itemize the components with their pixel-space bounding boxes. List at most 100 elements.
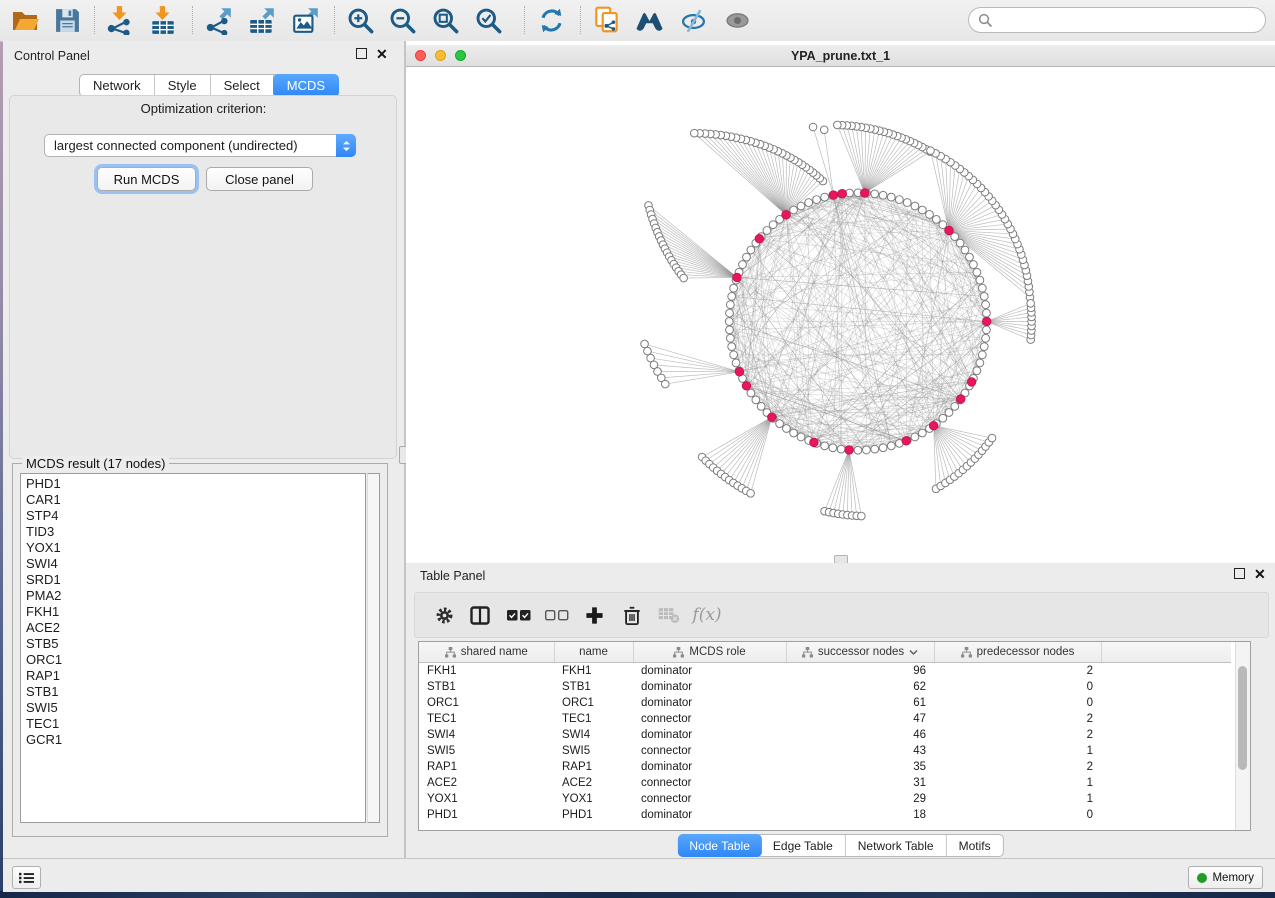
table-cell[interactable]: 29 bbox=[786, 791, 934, 807]
tab-motifs[interactable]: Motifs bbox=[947, 835, 1003, 856]
mcds-result-item[interactable]: SWI5 bbox=[26, 700, 365, 716]
table-cell[interactable]: 61 bbox=[786, 695, 934, 711]
optimization-criterion-select[interactable]: largest connected component (undirected) bbox=[44, 134, 356, 157]
network-canvas[interactable] bbox=[406, 67, 1275, 563]
table-cell[interactable]: 1 bbox=[934, 743, 1101, 759]
tab-network[interactable]: Network bbox=[80, 75, 155, 96]
table-cell[interactable]: FKH1 bbox=[419, 663, 554, 680]
network-graph[interactable] bbox=[406, 67, 1275, 563]
table-row[interactable]: FKH1FKH1dominator962 bbox=[419, 663, 1231, 680]
column-header-shared-name[interactable]: shared name bbox=[419, 642, 554, 663]
mcds-result-item[interactable]: ACE2 bbox=[26, 620, 365, 636]
mcds-result-item[interactable]: STP4 bbox=[26, 508, 365, 524]
import-network-button[interactable] bbox=[101, 3, 139, 37]
table-row[interactable]: STB1STB1dominator620 bbox=[419, 679, 1231, 695]
table-cell[interactable]: dominator bbox=[633, 759, 786, 775]
tab-style[interactable]: Style bbox=[155, 75, 211, 96]
table-cell[interactable]: connector bbox=[633, 711, 786, 727]
table-row[interactable]: SWI5SWI5connector431 bbox=[419, 743, 1231, 759]
table-cell[interactable]: 31 bbox=[786, 775, 934, 791]
table-cell[interactable]: dominator bbox=[633, 679, 786, 695]
function-builder-button[interactable]: f(x) bbox=[691, 600, 723, 630]
table-row[interactable]: ACE2ACE2connector311 bbox=[419, 775, 1231, 791]
mcds-result-item[interactable]: CAR1 bbox=[26, 492, 365, 508]
table-cell[interactable]: 62 bbox=[786, 679, 934, 695]
table-settings-button[interactable] bbox=[428, 600, 460, 630]
float-panel-icon[interactable] bbox=[356, 48, 367, 59]
column-header-predecessor-nodes[interactable]: predecessor nodes bbox=[934, 642, 1101, 663]
mcds-result-item[interactable]: SWI4 bbox=[26, 556, 365, 572]
tab-mcds[interactable]: MCDS bbox=[273, 74, 339, 97]
table-cell[interactable]: PHD1 bbox=[554, 807, 633, 823]
table-cell[interactable]: YOX1 bbox=[419, 791, 554, 807]
table-cell[interactable]: 96 bbox=[786, 663, 934, 680]
table-cell[interactable]: 35 bbox=[786, 759, 934, 775]
table-cell[interactable]: dominator bbox=[633, 807, 786, 823]
table-scrollbar-thumb[interactable] bbox=[1238, 666, 1247, 770]
zoom-selected-button[interactable] bbox=[469, 3, 507, 37]
table-cell[interactable]: TEC1 bbox=[419, 711, 554, 727]
table-cell[interactable]: 1 bbox=[934, 791, 1101, 807]
split-view-button[interactable] bbox=[464, 600, 496, 630]
table-cell[interactable]: 2 bbox=[934, 759, 1101, 775]
new-network-from-selection-button[interactable] bbox=[588, 3, 626, 37]
table-row[interactable]: PHD1PHD1dominator180 bbox=[419, 807, 1231, 823]
table-cell[interactable]: ORC1 bbox=[419, 695, 554, 711]
table-cell[interactable]: 2 bbox=[934, 663, 1101, 680]
table-cell[interactable]: PHD1 bbox=[419, 807, 554, 823]
table-scrollbar[interactable] bbox=[1235, 642, 1250, 830]
tab-node-table[interactable]: Node Table bbox=[677, 834, 762, 857]
table-cell[interactable]: 18 bbox=[786, 807, 934, 823]
table-cell[interactable]: TEC1 bbox=[554, 711, 633, 727]
table-cell[interactable]: STB1 bbox=[554, 679, 633, 695]
table-row[interactable]: SWI4SWI4dominator462 bbox=[419, 727, 1231, 743]
table-cell[interactable]: connector bbox=[633, 791, 786, 807]
mcds-result-item[interactable]: STB1 bbox=[26, 684, 365, 700]
table-cell[interactable]: ACE2 bbox=[554, 775, 633, 791]
table-cell[interactable]: 2 bbox=[934, 711, 1101, 727]
mcds-result-item[interactable]: GCR1 bbox=[26, 732, 365, 748]
delete-table-button[interactable] bbox=[653, 600, 685, 630]
mcds-result-item[interactable]: RAP1 bbox=[26, 668, 365, 684]
tab-select[interactable]: Select bbox=[211, 75, 274, 96]
table-cell[interactable]: 2 bbox=[934, 727, 1101, 743]
search-input[interactable] bbox=[998, 12, 1265, 29]
run-mcds-button[interactable]: Run MCDS bbox=[97, 167, 196, 191]
table-cell[interactable]: 47 bbox=[786, 711, 934, 727]
mcds-result-item[interactable]: TID3 bbox=[26, 524, 365, 540]
deselect-all-checkboxes-button[interactable] bbox=[541, 600, 573, 630]
table-cell[interactable]: dominator bbox=[633, 663, 786, 680]
table-row[interactable]: TEC1TEC1connector472 bbox=[419, 711, 1231, 727]
mcds-result-item[interactable]: TEC1 bbox=[26, 716, 365, 732]
show-task-history-button[interactable] bbox=[12, 866, 41, 889]
memory-button[interactable]: Memory bbox=[1188, 866, 1263, 889]
tab-network-table[interactable]: Network Table bbox=[846, 835, 947, 856]
table-cell[interactable]: STB1 bbox=[419, 679, 554, 695]
show-all-button[interactable] bbox=[718, 3, 756, 37]
mcds-result-item[interactable]: PHD1 bbox=[26, 476, 365, 492]
column-header-name[interactable]: name bbox=[554, 642, 633, 663]
refresh-button[interactable] bbox=[532, 3, 570, 37]
export-network-button[interactable] bbox=[200, 3, 238, 37]
import-table-button[interactable] bbox=[144, 3, 182, 37]
network-window-titlebar[interactable]: YPA_prune.txt_1 bbox=[406, 45, 1275, 67]
find-button[interactable] bbox=[630, 3, 668, 37]
hide-selected-button[interactable] bbox=[674, 3, 712, 37]
table-cell[interactable]: 0 bbox=[934, 807, 1101, 823]
close-panel-icon[interactable]: ✕ bbox=[376, 49, 388, 59]
mcds-result-item[interactable]: STB5 bbox=[26, 636, 365, 652]
mcds-result-scrollbar[interactable] bbox=[367, 473, 380, 823]
mcds-result-list[interactable]: PHD1CAR1STP4TID3YOX1SWI4SRD1PMA2FKH1ACE2… bbox=[20, 473, 366, 823]
table-cell[interactable]: ACE2 bbox=[419, 775, 554, 791]
table-cell[interactable]: 43 bbox=[786, 743, 934, 759]
table-row[interactable]: ORC1ORC1dominator610 bbox=[419, 695, 1231, 711]
table-cell[interactable]: connector bbox=[633, 775, 786, 791]
table-cell[interactable]: RAP1 bbox=[419, 759, 554, 775]
column-header-mcds-role[interactable]: MCDS role bbox=[633, 642, 786, 663]
close-panel-icon[interactable]: ✕ bbox=[1254, 569, 1266, 579]
close-panel-button[interactable]: Close panel bbox=[206, 167, 313, 191]
table-cell[interactable]: 0 bbox=[934, 695, 1101, 711]
table-cell[interactable]: SWI4 bbox=[419, 727, 554, 743]
mcds-result-item[interactable]: PMA2 bbox=[26, 588, 365, 604]
table-cell[interactable]: FKH1 bbox=[554, 663, 633, 680]
